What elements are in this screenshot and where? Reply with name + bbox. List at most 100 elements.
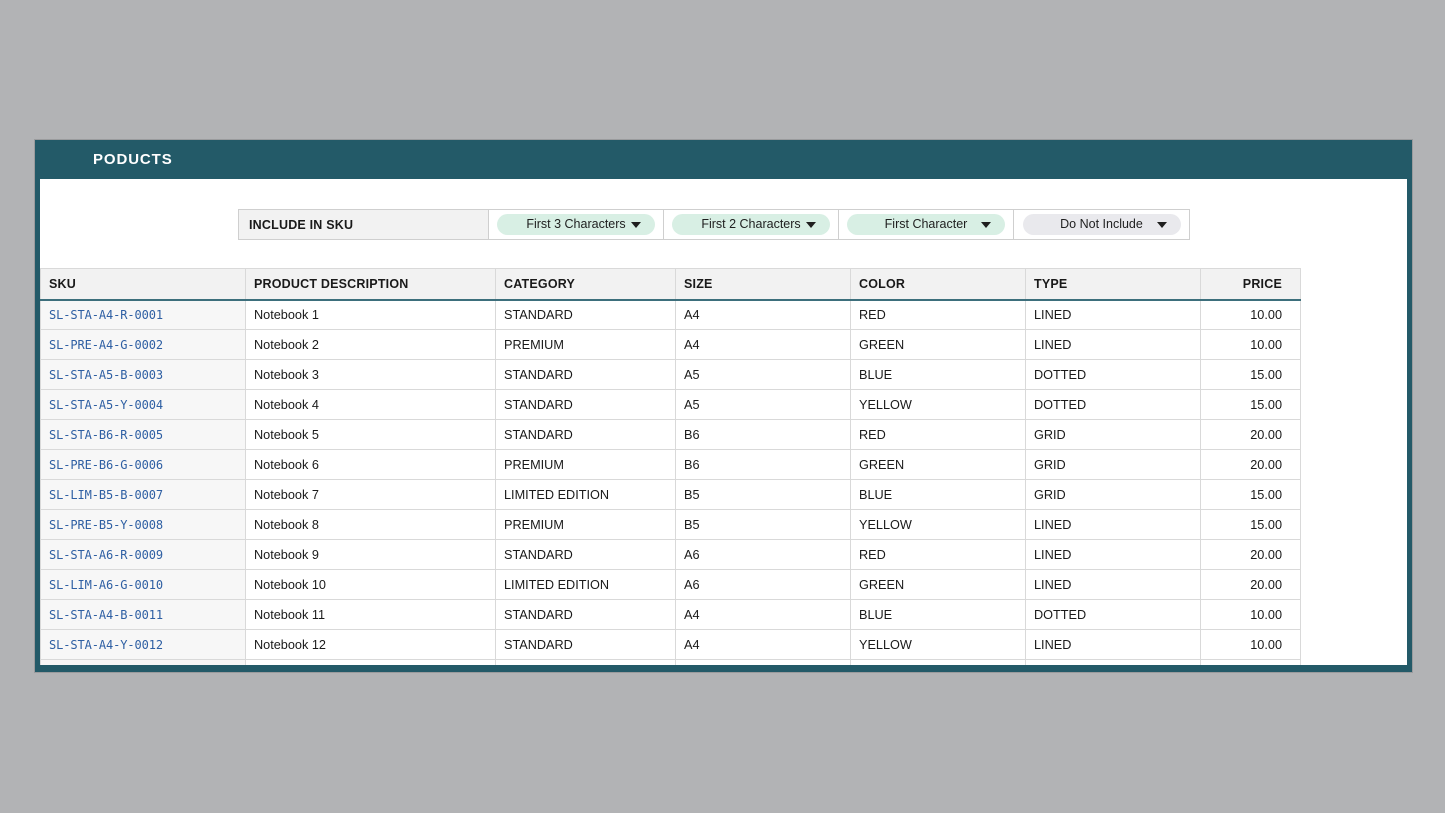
cell-price: 15.00 (1201, 480, 1301, 510)
cell-price: 20.00 (1201, 420, 1301, 450)
cell-category: PREMIUM (496, 510, 676, 540)
cell-description: Notebook 5 (246, 420, 496, 450)
cell-type: LINED (1026, 330, 1201, 360)
cell-size: A4 (676, 630, 851, 660)
cell-description: Notebook 8 (246, 510, 496, 540)
cell-size (676, 660, 851, 666)
cell-price: 20.00 (1201, 540, 1301, 570)
cell-category: LIMITED EDITION (496, 480, 676, 510)
cell-size: B6 (676, 420, 851, 450)
column-header-category[interactable]: CATEGORY (496, 269, 676, 300)
column-header-color[interactable]: COLOR (851, 269, 1026, 300)
cell-description: Notebook 10 (246, 570, 496, 600)
cell-type: GRID (1026, 480, 1201, 510)
cell-color: RED (851, 540, 1026, 570)
page-title: PODUCTS (93, 151, 173, 168)
cell-description: Notebook 12 (246, 630, 496, 660)
include-in-sku-dropdown-3[interactable]: First Character (847, 214, 1005, 235)
cell-size: A4 (676, 300, 851, 330)
cell-color: GREEN (851, 570, 1026, 600)
cell-price: 20.00 (1201, 450, 1301, 480)
cell-sku: SL-LIM-B5-B-0007 (41, 480, 246, 510)
cell-size: A6 (676, 570, 851, 600)
products-panel: PODUCTS INCLUDE IN SKU First 3 Character… (35, 140, 1412, 672)
cell-description: Notebook 4 (246, 390, 496, 420)
cell-size: A5 (676, 360, 851, 390)
cell-description: Notebook 3 (246, 360, 496, 390)
cell-type: LINED (1026, 540, 1201, 570)
cell-color: GREEN (851, 330, 1026, 360)
products-table-wrap: SKU PRODUCT DESCRIPTION CATEGORY SIZE CO… (40, 268, 1300, 665)
cell-size: A5 (676, 390, 851, 420)
cell-category: STANDARD (496, 360, 676, 390)
cell-size: B6 (676, 450, 851, 480)
table-row[interactable]: SL-STA-A4-Y-0012Notebook 12STANDARDA4YEL… (41, 630, 1301, 660)
column-header-description[interactable]: PRODUCT DESCRIPTION (246, 269, 496, 300)
table-row[interactable]: SL-PRE-B6-G-0006Notebook 6PREMIUMB6GREEN… (41, 450, 1301, 480)
cell-size: A4 (676, 600, 851, 630)
column-header-sku[interactable]: SKU (41, 269, 246, 300)
chevron-down-icon (981, 222, 991, 228)
column-header-size[interactable]: SIZE (676, 269, 851, 300)
cell-type (1026, 660, 1201, 666)
include-in-sku-dropdown-4[interactable]: Do Not Include (1023, 214, 1181, 235)
cell-sku: SL-LIM-A6-G-0010 (41, 570, 246, 600)
cell-description: Notebook 9 (246, 540, 496, 570)
cell-sku: SL-STA-B6-R-0005 (41, 420, 246, 450)
cell-description: Notebook 11 (246, 600, 496, 630)
cell-category: STANDARD (496, 630, 676, 660)
cell-color: BLUE (851, 600, 1026, 630)
cell-sku: SL-STA-A6-R-0009 (41, 540, 246, 570)
cell-price: 15.00 (1201, 510, 1301, 540)
include-in-sku-label-cell: INCLUDE IN SKU (239, 210, 489, 239)
table-row[interactable]: SL-STA-A4-B-0011Notebook 11STANDARDA4BLU… (41, 600, 1301, 630)
cell-sku: SL-STA-A4-Y-0012 (41, 630, 246, 660)
cell-color: YELLOW (851, 630, 1026, 660)
cell-type: LINED (1026, 570, 1201, 600)
column-header-type[interactable]: TYPE (1026, 269, 1201, 300)
cell-size: B5 (676, 480, 851, 510)
cell-price: 10.00 (1201, 300, 1301, 330)
cell-price: 10.00 (1201, 630, 1301, 660)
cell-type: LINED (1026, 300, 1201, 330)
cell-description: Notebook 1 (246, 300, 496, 330)
table-row[interactable]: SL-PRE-A4-G-0002Notebook 2PREMIUMA4GREEN… (41, 330, 1301, 360)
cell-price: 15.00 (1201, 360, 1301, 390)
cell-type: GRID (1026, 420, 1201, 450)
panel-body: INCLUDE IN SKU First 3 Characters First … (40, 179, 1407, 665)
cell-price: 20.00 (1201, 570, 1301, 600)
cell-description: Notebook 2 (246, 330, 496, 360)
cell-color: BLUE (851, 360, 1026, 390)
column-header-price[interactable]: PRICE (1201, 269, 1301, 300)
table-row[interactable] (41, 660, 1301, 666)
cell-description (246, 660, 496, 666)
table-row[interactable]: SL-STA-A6-R-0009Notebook 9STANDARDA6REDL… (41, 540, 1301, 570)
cell-sku: SL-STA-A4-B-0011 (41, 600, 246, 630)
cell-type: GRID (1026, 450, 1201, 480)
dropdown-2-value: First 2 Characters (701, 218, 800, 231)
cell-category: LIMITED EDITION (496, 570, 676, 600)
cell-sku: SL-STA-A4-R-0001 (41, 300, 246, 330)
table-row[interactable]: SL-STA-A5-Y-0004Notebook 4STANDARDA5YELL… (41, 390, 1301, 420)
table-row[interactable]: SL-STA-A5-B-0003Notebook 3STANDARDA5BLUE… (41, 360, 1301, 390)
cell-description: Notebook 6 (246, 450, 496, 480)
products-table: SKU PRODUCT DESCRIPTION CATEGORY SIZE CO… (40, 268, 1301, 665)
table-row[interactable]: SL-LIM-B5-B-0007Notebook 7LIMITED EDITIO… (41, 480, 1301, 510)
cell-category: STANDARD (496, 600, 676, 630)
chevron-down-icon (806, 222, 816, 228)
cell-price: 10.00 (1201, 330, 1301, 360)
cell-color: RED (851, 420, 1026, 450)
include-in-sku-dropdown-2[interactable]: First 2 Characters (672, 214, 830, 235)
cell-category: STANDARD (496, 300, 676, 330)
dropdown-cell-4: Do Not Include (1014, 210, 1189, 239)
dropdown-1-value: First 3 Characters (526, 218, 625, 231)
chevron-down-icon (1157, 222, 1167, 228)
table-row[interactable]: SL-PRE-B5-Y-0008Notebook 8PREMIUMB5YELLO… (41, 510, 1301, 540)
cell-color: RED (851, 300, 1026, 330)
table-row[interactable]: SL-LIM-A6-G-0010Notebook 10LIMITED EDITI… (41, 570, 1301, 600)
include-in-sku-dropdown-1[interactable]: First 3 Characters (497, 214, 655, 235)
cell-description: Notebook 7 (246, 480, 496, 510)
table-row[interactable]: SL-STA-B6-R-0005Notebook 5STANDARDB6REDG… (41, 420, 1301, 450)
cell-category (496, 660, 676, 666)
table-row[interactable]: SL-STA-A4-R-0001Notebook 1STANDARDA4REDL… (41, 300, 1301, 330)
